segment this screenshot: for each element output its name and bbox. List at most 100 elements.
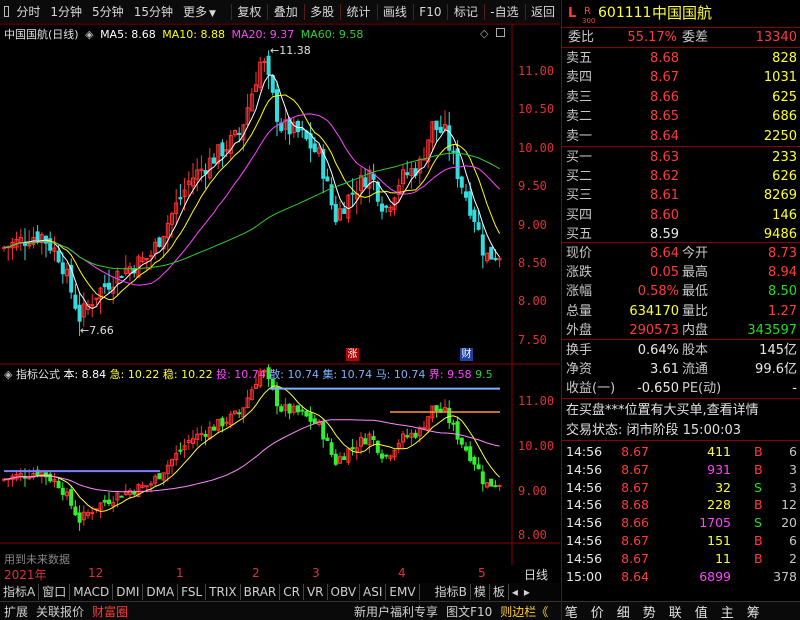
- ind-ben: 本: 8.84: [63, 368, 107, 381]
- sub-candle-body: [77, 512, 82, 523]
- tab-emv[interactable]: EMV: [386, 584, 420, 600]
- sub-candle-body: [60, 487, 65, 496]
- high-price-label: ←11.38: [270, 44, 311, 57]
- remove-watchlist-button[interactable]: -自选: [485, 1, 523, 23]
- ask-row[interactable]: 卖五 8.68 828: [562, 49, 800, 68]
- limit-up-mark[interactable]: 涨: [346, 348, 359, 361]
- stat-value: 634170: [629, 303, 679, 319]
- stat-value: 0.05: [650, 265, 679, 281]
- overlay-button[interactable]: 叠加: [269, 1, 303, 23]
- new-user-benefits-link[interactable]: 新用户福利专享: [350, 603, 442, 620]
- toolbar-checkbox-icon[interactable]: [4, 6, 10, 17]
- bid-volume: 626: [772, 169, 797, 185]
- mark-button[interactable]: 标记: [449, 1, 483, 23]
- tab-window[interactable]: 窗口: [39, 584, 71, 600]
- sub-candle-body: [300, 409, 305, 412]
- tab-macd[interactable]: MACD: [70, 584, 114, 600]
- ask-label: 卖三: [566, 89, 593, 105]
- ask-price: 8.64: [650, 128, 679, 144]
- ind-extra: 9.5: [475, 368, 493, 381]
- graphic-f10-link[interactable]: 图文F10: [442, 603, 496, 620]
- candle-body: [107, 282, 111, 290]
- sub-candle-body: [27, 477, 32, 480]
- sub-candle-body: [422, 427, 426, 430]
- stat-label: 最低: [682, 284, 709, 300]
- tab-indicator-a[interactable]: 指标A: [0, 584, 40, 600]
- ask-volume: 625: [772, 89, 797, 105]
- tick-time: 14:56: [566, 479, 603, 495]
- bid-row[interactable]: 买一 8.63 233: [562, 148, 800, 167]
- tab-1min[interactable]: 1分钟: [45, 1, 87, 23]
- scroll-right-icon[interactable]: ▸: [521, 584, 533, 600]
- tab-fsl[interactable]: FSL: [178, 584, 207, 600]
- ask-row[interactable]: 卖四 8.67 1031: [562, 68, 800, 87]
- big-order-notice[interactable]: 在买盘***位置有大买单,查看详情: [562, 401, 800, 420]
- diamond-icon[interactable]: ◇: [480, 27, 488, 40]
- pane-box-icon[interactable]: [495, 28, 505, 37]
- draw-line-button[interactable]: 画线: [378, 1, 412, 23]
- tab-dma[interactable]: DMA: [143, 584, 179, 600]
- tab-trix[interactable]: TRIX: [206, 584, 241, 600]
- multi-stock-button[interactable]: 多股: [305, 1, 339, 23]
- tick-count: 378: [773, 568, 797, 584]
- weibi-label: 委比: [568, 30, 595, 45]
- ask-row[interactable]: 卖三 8.66 625: [562, 88, 800, 107]
- ask-volume: 1031: [763, 70, 797, 86]
- bid-row[interactable]: 买五 8.59 9486: [562, 225, 800, 244]
- tab-timeshare[interactable]: 分时: [11, 1, 45, 23]
- tab-brar[interactable]: BRAR: [241, 584, 281, 600]
- f10-button[interactable]: F10: [414, 1, 446, 23]
- tab-vr[interactable]: VR: [304, 584, 328, 600]
- indicator-tabs: 指标A 窗口 MACD DMI DMA FSL TRIX BRAR CR VR …: [0, 583, 560, 601]
- sub-candle-body: [380, 453, 384, 459]
- indicator-title[interactable]: 指标公式: [16, 368, 60, 381]
- back-button[interactable]: 返回: [526, 1, 560, 23]
- bid-row[interactable]: 买二 8.62 626: [562, 167, 800, 186]
- scroll-left-icon[interactable]: ◂: [509, 584, 521, 600]
- candle-body: [405, 172, 410, 176]
- ask-label: 卖五: [566, 51, 593, 66]
- tab-5min[interactable]: 5分钟: [87, 1, 129, 23]
- ask-row[interactable]: 卖一 8.64 2250: [562, 127, 800, 146]
- restore-rights-button[interactable]: 复权: [232, 1, 266, 23]
- indicator-settings-icon[interactable]: ◈: [4, 368, 12, 381]
- candle-body: [476, 222, 481, 230]
- statistics-button[interactable]: 统计: [342, 1, 376, 23]
- candle-body: [480, 234, 485, 256]
- expand-button[interactable]: 扩展: [0, 603, 32, 620]
- tab-more[interactable]: 更多 ▼: [178, 1, 221, 23]
- tab-dmi[interactable]: DMI: [113, 584, 144, 600]
- tab-template[interactable]: 模: [471, 584, 490, 600]
- wealth-circle-button[interactable]: 财富圈: [88, 603, 132, 620]
- tick-price: 8.67: [621, 479, 649, 495]
- tick-price: 8.67: [621, 461, 649, 477]
- tick-side: B: [754, 550, 763, 566]
- ask-row[interactable]: 卖二 8.65 686: [562, 107, 800, 126]
- tab-cr[interactable]: CR: [280, 584, 304, 600]
- ask-price: 8.66: [650, 89, 679, 105]
- related-quote-button[interactable]: 关联报价: [32, 603, 88, 620]
- candle-body: [459, 176, 464, 188]
- sidebar-toggle[interactable]: 则边栏《: [496, 603, 552, 620]
- settings-icon[interactable]: ◈: [85, 28, 93, 41]
- kline-chart[interactable]: ←11.38 ←7.66: [0, 24, 560, 565]
- tab-indicator-b[interactable]: 指标B: [432, 584, 471, 600]
- tab-15min[interactable]: 15分钟: [129, 1, 178, 23]
- weicha-value: 13340: [755, 30, 797, 45]
- bid-label: 买一: [566, 150, 593, 165]
- tab-asi[interactable]: ASI: [360, 584, 387, 600]
- stat-label: 涨跌: [566, 265, 593, 281]
- tab-board[interactable]: 板: [490, 584, 509, 600]
- candle-body: [262, 60, 267, 63]
- bid-row[interactable]: 买三 8.61 8269: [562, 186, 800, 205]
- stock-code: 601111: [598, 5, 652, 21]
- stat-value: 8.94: [768, 265, 797, 281]
- market-tag: L: [568, 6, 577, 21]
- bid-row[interactable]: 买四 8.60 146: [562, 206, 800, 225]
- candle-body: [270, 75, 275, 93]
- tick-count: 2: [789, 550, 797, 566]
- sub-candle-body: [472, 456, 477, 465]
- candle-body: [472, 209, 477, 222]
- tab-obv[interactable]: OBV: [328, 584, 361, 600]
- finance-mark[interactable]: 财: [460, 348, 473, 361]
